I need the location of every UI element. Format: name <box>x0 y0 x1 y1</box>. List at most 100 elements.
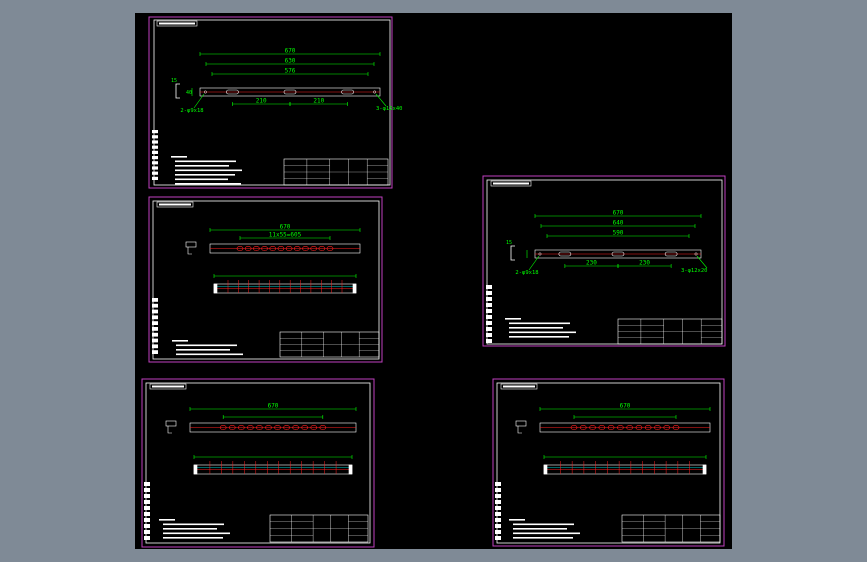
notes-line <box>509 322 570 325</box>
notes-line <box>175 183 241 185</box>
revision-strip-cell <box>152 171 158 175</box>
bottom-bar-end-cap <box>702 464 707 475</box>
notes-line <box>159 519 175 521</box>
spacing-b-dim-label: 210 <box>313 98 324 105</box>
revision-strip-cell <box>152 309 158 314</box>
revision-strip-cell <box>144 482 150 486</box>
overall-dim-label: 670 <box>620 403 631 410</box>
revision-strip-cell <box>152 321 158 325</box>
revision-strip-cell <box>152 166 158 170</box>
revision-strip-cell <box>144 524 150 528</box>
notes-line <box>513 532 580 535</box>
revision-strip-cell <box>495 506 501 510</box>
height-label: 40 <box>186 90 192 96</box>
revision-strip-cell <box>152 135 158 139</box>
revision-strip-cell <box>495 494 501 498</box>
inner-dim-label: 576 <box>285 68 296 75</box>
revision-strip-cell <box>486 339 492 343</box>
revision-strip-cell <box>486 327 492 331</box>
revision-strip-cell <box>486 321 492 325</box>
revision-strip-cell <box>486 315 492 319</box>
revision-strip-cell <box>495 530 501 534</box>
notes-line <box>509 336 569 338</box>
notes-line <box>513 537 573 539</box>
hole-a-label: 2-φ9x18 <box>180 108 203 114</box>
revision-strip-cell <box>495 482 501 486</box>
hole-b-label: 3-φ12x40 <box>376 106 403 112</box>
overall-dim-label: 670 <box>613 210 624 217</box>
bottom-bar-end-cap <box>352 283 357 294</box>
notes-line <box>505 318 521 320</box>
notes-line <box>163 532 230 535</box>
bottom-bar-end-cap <box>193 464 198 475</box>
revision-strip-cell <box>152 298 158 302</box>
revision-strip-cell <box>495 524 501 528</box>
revision-strip-cell <box>144 488 150 492</box>
revision-strip-cell <box>152 327 158 331</box>
revision-strip-cell <box>495 512 501 516</box>
bottom-bar-end-cap <box>543 464 548 475</box>
notes-line <box>171 156 187 158</box>
notes-line <box>175 174 235 176</box>
revision-strip-cell <box>486 297 492 301</box>
mid-dim-label: 640 <box>613 220 624 227</box>
notes-line <box>509 327 563 329</box>
notes-line <box>175 165 229 167</box>
revision-strip-cell <box>486 333 492 337</box>
revision-strip-cell <box>495 536 501 540</box>
revision-strip-cell <box>144 530 150 534</box>
revision-strip-cell <box>144 518 150 522</box>
revision-strip-cell <box>486 291 492 295</box>
revision-strip-cell <box>152 140 158 144</box>
drawing-number-text <box>493 182 529 185</box>
revision-strip-cell <box>152 130 158 134</box>
mid-dim-label: 630 <box>285 58 296 65</box>
revision-strip-cell <box>152 315 158 320</box>
notes-line <box>175 169 242 172</box>
revision-strip-cell <box>152 350 158 354</box>
revision-strip-cell <box>495 500 501 504</box>
notes-line <box>176 344 237 347</box>
notes-line <box>163 523 224 526</box>
notes-line <box>163 537 223 539</box>
notes-line <box>176 353 243 356</box>
revision-strip-cell <box>152 161 158 165</box>
revision-strip-cell <box>486 303 492 307</box>
revision-strip-cell <box>152 176 158 180</box>
revision-strip-cell <box>144 506 150 510</box>
overall-dim-label: 670 <box>280 224 291 231</box>
notes-line <box>163 528 217 530</box>
overall-dim-label: 670 <box>268 403 279 410</box>
thickness-label: 15 <box>171 78 177 84</box>
revision-strip-cell <box>486 309 492 313</box>
bottom-bar-end-cap <box>348 464 353 475</box>
revision-strip-cell <box>152 338 158 343</box>
drawing-number-text <box>503 385 535 388</box>
notes-line <box>176 349 230 351</box>
notes-line <box>513 523 574 526</box>
revision-strip-cell <box>152 150 158 154</box>
bottom-bar-end-cap <box>213 283 218 294</box>
thickness-label: 15 <box>506 240 512 246</box>
notes-line <box>513 528 567 530</box>
hole-b-label: 3-φ12x20 <box>681 268 708 274</box>
drawing-number-text <box>152 385 184 388</box>
revision-strip-cell <box>495 488 501 492</box>
hole-a-label: 2-φ9x18 <box>515 270 538 276</box>
revision-strip-cell <box>144 536 150 540</box>
notes-line <box>175 178 228 181</box>
revision-strip-cell <box>152 303 158 308</box>
drawing-number-text <box>159 22 195 25</box>
spacing-b-dim-label: 230 <box>639 260 650 267</box>
revision-strip-cell <box>152 332 158 337</box>
notes-line <box>172 340 188 342</box>
overall-dim-label: 670 <box>285 48 296 55</box>
revision-strip-cell <box>486 285 492 289</box>
notes-line <box>175 160 236 163</box>
spacing-a-dim-label: 210 <box>256 98 267 105</box>
inner-dim-label: 590 <box>613 230 624 237</box>
revision-strip-cell <box>144 500 150 504</box>
cad-drawing-canvas[interactable]: 1540670630576210 2102-φ9x18 3-φ12x40 67011… <box>0 0 867 562</box>
hole-spacing-dim-label: 11x55=605 <box>269 232 302 239</box>
revision-strip-cell <box>495 518 501 522</box>
